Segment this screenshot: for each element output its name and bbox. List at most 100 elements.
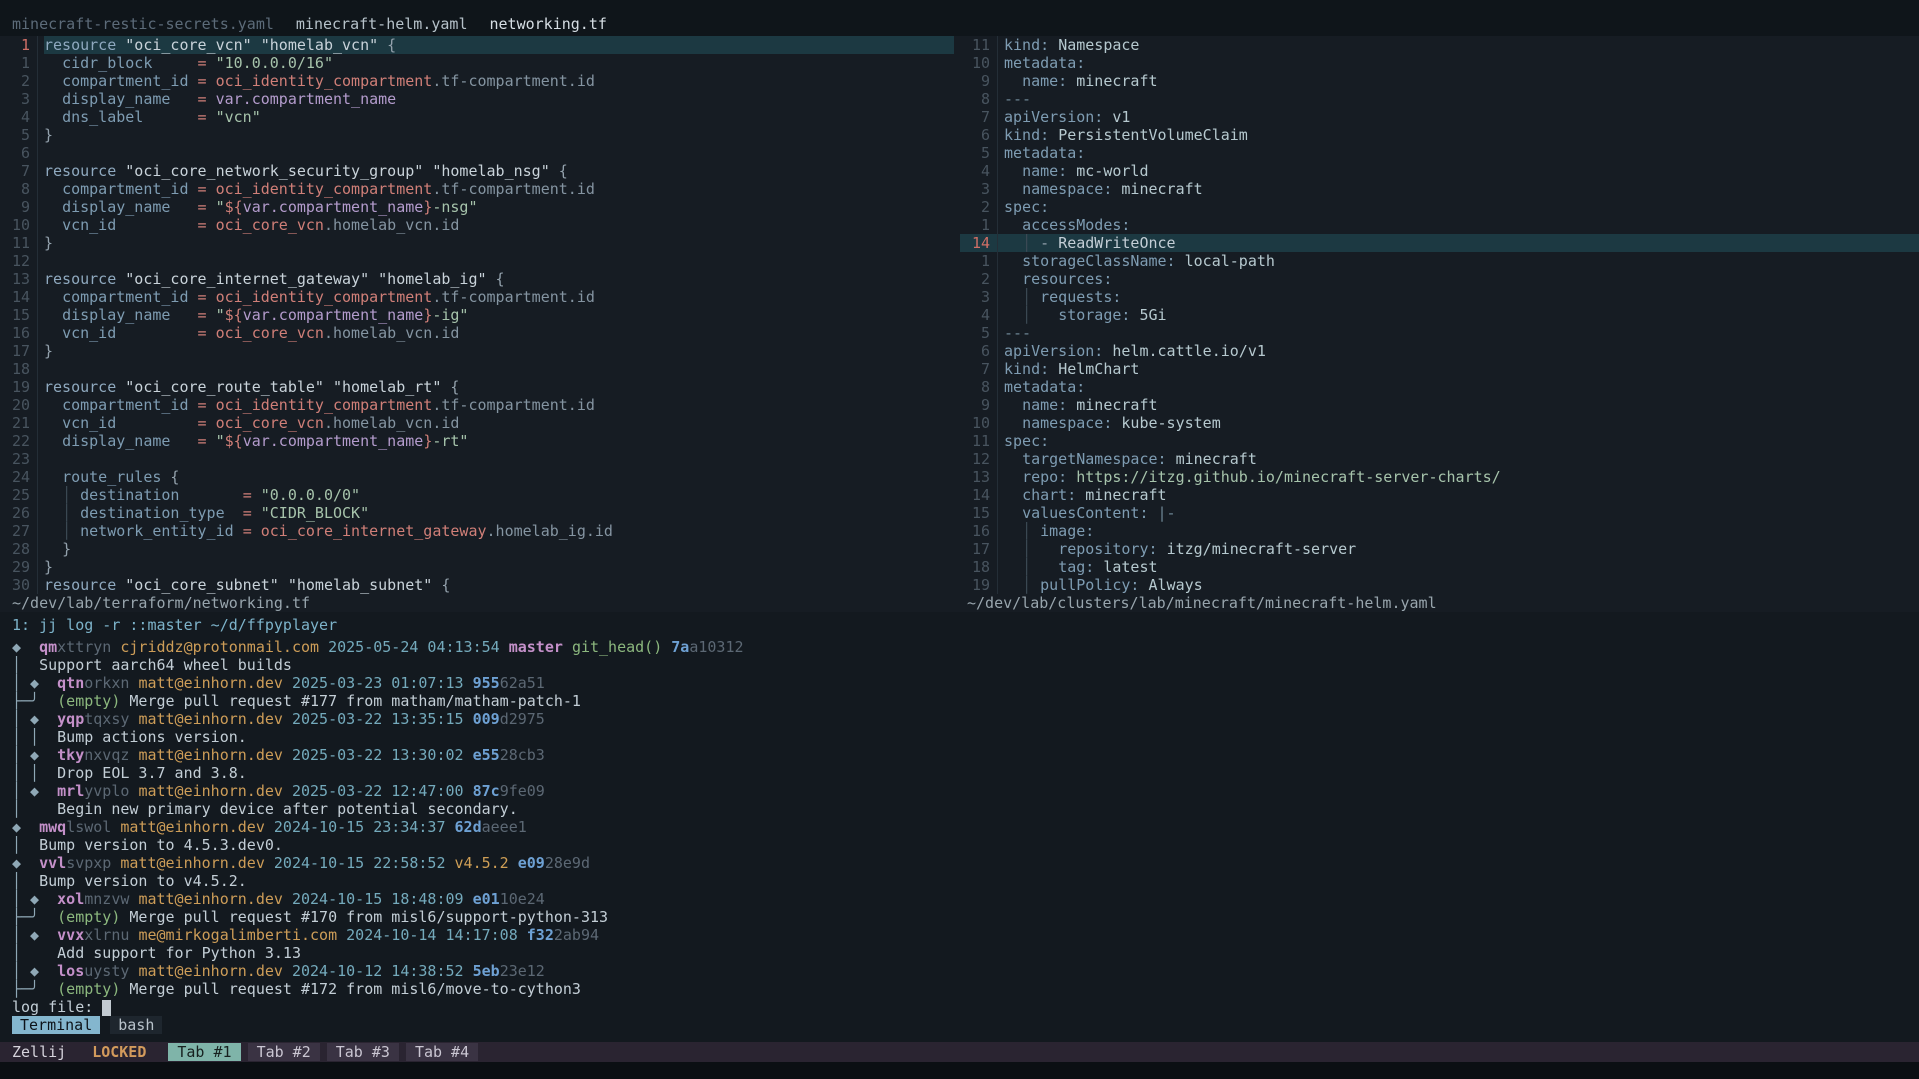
code-line[interactable]: 2 resources: (960, 270, 1919, 288)
code-line[interactable]: 5} (0, 126, 954, 144)
line-number: 23 (4, 450, 30, 468)
terminal-pane[interactable]: 1: jj log -r ::master ~/d/ffpyplayer ◆ q… (0, 612, 1919, 1042)
cursor-block (102, 1000, 111, 1016)
line-number: 11 (4, 234, 30, 252)
code-line[interactable]: 4 dns_label = "vcn" (0, 108, 954, 126)
code-line[interactable]: 26 │ destination_type = "CIDR_BLOCK" (0, 504, 954, 522)
code-line[interactable]: 24 route_rules { (0, 468, 954, 486)
code-line[interactable]: 17} (0, 342, 954, 360)
gutter-separator (37, 36, 38, 594)
line-number: 5 (964, 144, 990, 162)
editor-pane-minecraft-helm-yaml[interactable]: 11kind: Namespace10metadata:9 name: mine… (960, 36, 1919, 594)
code-line[interactable]: 3 display_name = var.compartment_name (0, 90, 954, 108)
zellij-tabs: Tab #1 Tab #2 Tab #3 Tab #4 (168, 1043, 478, 1061)
editor-pane-networking-tf[interactable]: 1resource "oci_core_vcn" "homelab_vcn" {… (0, 36, 954, 594)
terminal-line: ├─╯ (empty) Merge pull request #177 from… (12, 692, 1919, 710)
code-line[interactable]: 27 │ network_entity_id = oci_core_intern… (0, 522, 954, 540)
buffer-tab[interactable]: minecraft-helm.yaml (296, 15, 468, 33)
code-line[interactable]: 1 cidr_block = "10.0.0.0/16" (0, 54, 954, 72)
code-line[interactable]: 28 } (0, 540, 954, 558)
code-line[interactable]: 2spec: (960, 198, 1919, 216)
code-line[interactable]: 4 name: mc-world (960, 162, 1919, 180)
code-line[interactable]: 7apiVersion: v1 (960, 108, 1919, 126)
code-line[interactable]: 10 vcn_id = oci_core_vcn.homelab_vcn.id (0, 216, 954, 234)
line-number: 10 (964, 54, 990, 72)
code-line[interactable]: 23 (0, 450, 954, 468)
buffer-tab[interactable]: networking.tf (490, 15, 607, 33)
buffer-tab[interactable]: minecraft-restic-secrets.yaml (12, 15, 274, 33)
code-line[interactable]: 8metadata: (960, 378, 1919, 396)
code-line[interactable]: 20 compartment_id = oci_identity_compart… (0, 396, 954, 414)
zellij-tab[interactable]: Tab #2 (248, 1043, 320, 1061)
code-line[interactable]: 15 valuesContent: |- (960, 504, 1919, 522)
line-number: 8 (4, 180, 30, 198)
code-line[interactable]: 25 │ destination = "0.0.0.0/0" (0, 486, 954, 504)
terminal-line: log file: (12, 998, 1919, 1016)
code-line[interactable]: 16 vcn_id = oci_core_vcn.homelab_vcn.id (0, 324, 954, 342)
code-line[interactable]: 8--- (960, 90, 1919, 108)
line-number: 20 (4, 396, 30, 414)
code-line[interactable]: 8 compartment_id = oci_identity_compartm… (0, 180, 954, 198)
code-line[interactable]: 13resource "oci_core_internet_gateway" "… (0, 270, 954, 288)
line-number: 6 (4, 144, 30, 162)
code-line[interactable]: 19resource "oci_core_route_table" "homel… (0, 378, 954, 396)
line-number: 9 (4, 198, 30, 216)
line-number: 11 (964, 36, 990, 54)
zellij-tab[interactable]: Tab #1 (168, 1043, 240, 1061)
code-line[interactable]: 7resource "oci_core_network_security_gro… (0, 162, 954, 180)
code-line[interactable]: 14 compartment_id = oci_identity_compart… (0, 288, 954, 306)
line-number: 4 (964, 306, 990, 324)
code-line[interactable]: 1resource "oci_core_vcn" "homelab_vcn" { (0, 36, 954, 54)
code-line[interactable]: 14 │ - ReadWriteOnce (960, 234, 1919, 252)
code-line[interactable]: 6 (0, 144, 954, 162)
line-number: 10 (964, 414, 990, 432)
code-line[interactable]: 7kind: HelmChart (960, 360, 1919, 378)
code-line[interactable]: 6apiVersion: helm.cattle.io/v1 (960, 342, 1919, 360)
code-line[interactable]: 3 namespace: minecraft (960, 180, 1919, 198)
code-line[interactable]: 10metadata: (960, 54, 1919, 72)
line-number: 5 (964, 324, 990, 342)
code-line[interactable]: 16 │ image: (960, 522, 1919, 540)
terminal-line: │ │ Bump actions version. (12, 728, 1919, 746)
code-line[interactable]: 6kind: PersistentVolumeClaim (960, 126, 1919, 144)
code-line[interactable]: 9 display_name = "${var.compartment_name… (0, 198, 954, 216)
line-number: 1 (964, 216, 990, 234)
code-line[interactable]: 29} (0, 558, 954, 576)
code-line[interactable]: 18 (0, 360, 954, 378)
zellij-logo: Zellij (12, 1043, 66, 1061)
zellij-tab[interactable]: Tab #4 (406, 1043, 478, 1061)
code-line[interactable]: 9 name: minecraft (960, 72, 1919, 90)
code-line[interactable]: 4 │ storage: 5Gi (960, 306, 1919, 324)
code-line[interactable]: 3 │ requests: (960, 288, 1919, 306)
code-line[interactable]: 1 storageClassName: local-path (960, 252, 1919, 270)
code-line[interactable]: 11kind: Namespace (960, 36, 1919, 54)
jj-log-output: ◆ qmxttryn cjriddz@protonmail.com 2025-0… (12, 638, 1919, 1016)
code-line[interactable]: 11} (0, 234, 954, 252)
code-line[interactable]: 10 namespace: kube-system (960, 414, 1919, 432)
mode-indicator-locked: LOCKED (92, 1043, 146, 1061)
code-line[interactable]: 1 accessModes: (960, 216, 1919, 234)
code-line[interactable]: 5--- (960, 324, 1919, 342)
code-line[interactable]: 18 │ tag: latest (960, 558, 1919, 576)
code-line[interactable]: 21 vcn_id = oci_core_vcn.homelab_vcn.id (0, 414, 954, 432)
code-line[interactable]: 14 chart: minecraft (960, 486, 1919, 504)
terminal-line: ◆ vvlsvpxp matt@einhorn.dev 2024-10-15 2… (12, 854, 1919, 872)
code-line[interactable]: 17 │ repository: itzg/minecraft-server (960, 540, 1919, 558)
line-number: 19 (964, 576, 990, 594)
zellij-session: minecraft-restic-secrets.yaml minecraft-h… (0, 0, 1919, 1079)
code-line[interactable]: 15 display_name = "${var.compartment_nam… (0, 306, 954, 324)
zellij-tab[interactable]: Tab #3 (327, 1043, 399, 1061)
code-line[interactable]: 12 targetNamespace: minecraft (960, 450, 1919, 468)
terminal-line: │ Bump version to v4.5.2. (12, 872, 1919, 890)
code-line[interactable]: 19 │ pullPolicy: Always (960, 576, 1919, 594)
code-line[interactable]: 13 repo: https://itzg.github.io/minecraf… (960, 468, 1919, 486)
code-line[interactable]: 30resource "oci_core_subnet" "homelab_su… (0, 576, 954, 594)
code-line[interactable]: 12 (0, 252, 954, 270)
code-line[interactable]: 2 compartment_id = oci_identity_compartm… (0, 72, 954, 90)
code-line[interactable]: 5metadata: (960, 144, 1919, 162)
code-line[interactable]: 9 name: minecraft (960, 396, 1919, 414)
code-line[interactable]: 22 display_name = "${var.compartment_nam… (0, 432, 954, 450)
bufferline: minecraft-restic-secrets.yaml minecraft-h… (0, 0, 1919, 36)
editor-region: 1resource "oci_core_vcn" "homelab_vcn" {… (0, 36, 1919, 612)
code-line[interactable]: 11spec: (960, 432, 1919, 450)
